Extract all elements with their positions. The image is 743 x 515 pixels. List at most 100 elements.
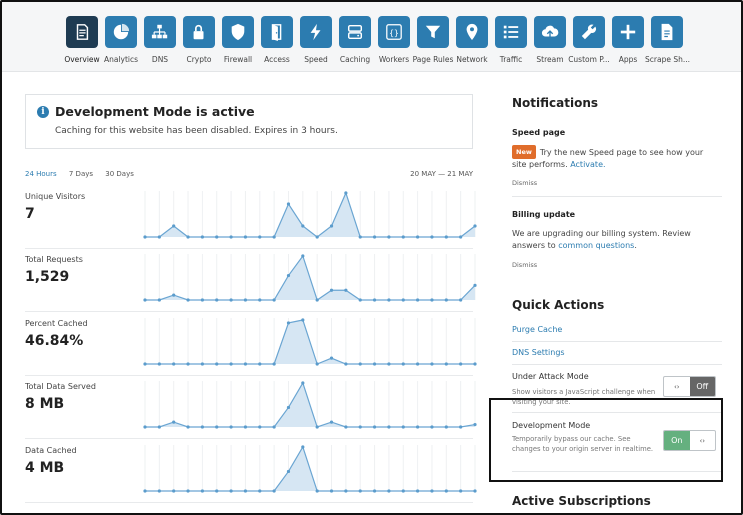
sparkline-point bbox=[416, 489, 420, 493]
nav-item-caching[interactable]: Caching bbox=[333, 16, 377, 68]
sparkline-point bbox=[200, 425, 204, 429]
nav-item-speed[interactable]: Speed bbox=[294, 16, 338, 68]
dns-settings-link[interactable]: DNS Settings bbox=[512, 348, 565, 357]
sparkline-point bbox=[344, 425, 348, 429]
dev-mode-description: Temporarily bypass our cache. See change… bbox=[512, 435, 654, 453]
metric-row: Unique Visitors 7 bbox=[25, 187, 477, 249]
sparkline-point bbox=[301, 318, 305, 322]
common-questions-link[interactable]: common questions bbox=[558, 241, 634, 250]
nav-item-crypto[interactable]: Crypto bbox=[177, 16, 221, 68]
sparkline-point bbox=[229, 489, 233, 493]
metric-value: 7 bbox=[25, 206, 35, 222]
purge-cache-link[interactable]: Purge Cache bbox=[512, 325, 562, 334]
sparkline-point bbox=[143, 425, 147, 429]
nav-item-overview[interactable]: Overview bbox=[60, 16, 104, 68]
dismiss-billing-link[interactable]: Dismiss bbox=[512, 261, 537, 269]
toggle-state: On bbox=[664, 431, 690, 450]
sparkline-point bbox=[200, 235, 204, 239]
sparkline-point bbox=[430, 298, 434, 302]
sparkline-point bbox=[344, 288, 348, 292]
sparkline-point bbox=[229, 362, 233, 366]
toggle-knob-icon: ‹› bbox=[673, 382, 680, 391]
sparkline-point bbox=[186, 489, 190, 493]
tab-30-days[interactable]: 30 Days bbox=[105, 170, 134, 178]
sparkline-chart bbox=[143, 254, 477, 302]
sparkline-point bbox=[387, 489, 391, 493]
nav-item-label: Overview bbox=[64, 55, 100, 64]
nav-item-page-rules[interactable]: Page Rules bbox=[411, 16, 455, 68]
sparkline-point bbox=[172, 420, 176, 424]
nav-item-traffic[interactable]: Traffic bbox=[489, 16, 533, 68]
dev-mode-toggle[interactable]: On ‹› bbox=[663, 430, 716, 451]
sparkline-point bbox=[329, 489, 334, 493]
tab-7-days[interactable]: 7 Days bbox=[69, 170, 93, 178]
sparkline-point bbox=[215, 362, 219, 366]
sparkline-point bbox=[401, 425, 405, 429]
sparkline-point bbox=[387, 362, 391, 366]
sparkline-point bbox=[401, 489, 405, 493]
sparkline-point bbox=[258, 298, 262, 302]
sparkline-point bbox=[157, 235, 161, 239]
sparkline-chart bbox=[143, 191, 477, 239]
nav-item-stream[interactable]: Stream bbox=[528, 16, 572, 68]
nav-item-workers[interactable]: {} Workers bbox=[372, 16, 416, 68]
tab-24-hours[interactable]: 24 Hours bbox=[25, 170, 57, 178]
dismiss-speed-link[interactable]: Dismiss bbox=[512, 179, 537, 187]
sparkline-point bbox=[200, 362, 204, 366]
sparkline-point bbox=[157, 425, 161, 429]
sparkline-point bbox=[358, 362, 362, 366]
funnel-icon bbox=[417, 16, 449, 48]
sparkline-point bbox=[315, 235, 319, 239]
nav-item-apps[interactable]: Apps bbox=[606, 16, 650, 68]
metric-row: Total Requests 1,529 bbox=[25, 250, 477, 312]
sparkline-point bbox=[272, 235, 276, 239]
plus-icon bbox=[612, 16, 644, 48]
banner-title: Development Mode is active bbox=[55, 104, 255, 119]
nav-item-label: Stream bbox=[536, 55, 564, 64]
sparkline-point bbox=[286, 469, 291, 474]
sparkline-point bbox=[258, 235, 262, 239]
sparkline-point bbox=[401, 298, 405, 302]
sparkline-point bbox=[358, 489, 362, 493]
sparkline-point bbox=[401, 235, 405, 239]
nav-item-firewall[interactable]: Firewall bbox=[216, 16, 260, 68]
sparkline-point bbox=[416, 362, 420, 366]
svg-text:{}: {} bbox=[389, 28, 399, 38]
nav-item-label: Caching bbox=[339, 55, 371, 64]
sparkline-point bbox=[286, 405, 291, 410]
sparkline-point bbox=[459, 489, 463, 493]
sparkline-point bbox=[444, 425, 448, 429]
sparkline-point bbox=[358, 298, 362, 302]
sparkline-point bbox=[444, 298, 448, 302]
list-icon bbox=[495, 16, 527, 48]
sparkline-point bbox=[473, 422, 477, 427]
time-range-tabs: 24 Hours 7 Days 30 Days bbox=[25, 170, 144, 178]
sparkline-point bbox=[172, 224, 176, 228]
banner-description: Caching for this website has been disabl… bbox=[55, 126, 338, 136]
metric-value: 4 MB bbox=[25, 460, 65, 476]
nav-item-access[interactable]: Access bbox=[255, 16, 299, 68]
nav-item-network[interactable]: Network bbox=[450, 16, 494, 68]
lightning-icon bbox=[300, 16, 332, 48]
sparkline-point bbox=[215, 235, 219, 239]
nav-item-scrape-sh[interactable]: Scrape Sh... bbox=[645, 16, 690, 68]
sparkline-point bbox=[143, 362, 147, 366]
sparkline-chart bbox=[143, 445, 477, 493]
sparkline-point bbox=[430, 362, 434, 366]
sparkline-point bbox=[243, 489, 248, 493]
nav-item-custom-p[interactable]: Custom P... bbox=[567, 16, 611, 68]
sparkline-point bbox=[200, 489, 204, 493]
nav-item-analytics[interactable]: Analytics bbox=[99, 16, 143, 68]
sparkline-point bbox=[444, 362, 448, 366]
network-icon bbox=[144, 16, 176, 48]
wrench-icon bbox=[573, 16, 605, 48]
sparkline-chart bbox=[143, 381, 477, 429]
nav-item-dns[interactable]: DNS bbox=[138, 16, 182, 68]
nav-item-label: Page Rules bbox=[412, 55, 454, 64]
activate-link[interactable]: Activate. bbox=[570, 160, 605, 169]
sparkline-point bbox=[229, 425, 233, 429]
sparkline-point bbox=[243, 362, 248, 366]
date-range: 20 MAY — 21 MAY bbox=[410, 170, 473, 178]
under-attack-toggle[interactable]: ‹› Off bbox=[663, 376, 716, 397]
sparkline-point bbox=[243, 425, 248, 429]
